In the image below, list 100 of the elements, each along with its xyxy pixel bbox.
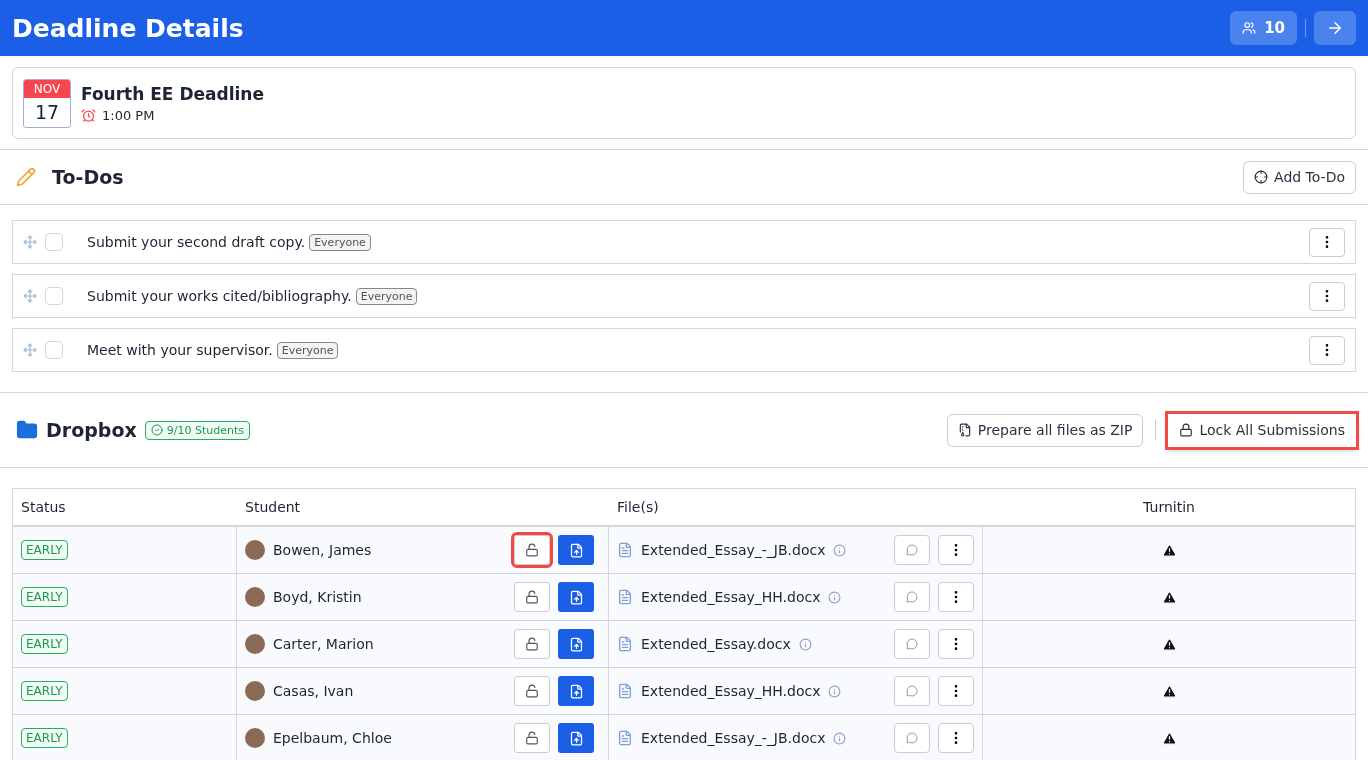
more-button[interactable]: [938, 535, 974, 565]
add-todo-button[interactable]: Add To-Do: [1243, 160, 1356, 194]
folder-icon: [16, 419, 38, 441]
todo-text: Meet with your supervisor.: [87, 342, 273, 358]
file-link[interactable]: Extended_Essay.docx: [641, 636, 791, 652]
avatar: [245, 681, 265, 701]
status-tag: EARLY: [21, 540, 68, 560]
lock-button[interactable]: [514, 535, 550, 565]
unlocked-icon: [525, 731, 539, 745]
drag-handle-icon[interactable]: [23, 235, 37, 249]
unlocked-icon: [525, 543, 539, 557]
info-icon[interactable]: [798, 637, 812, 651]
comment-icon: [906, 591, 918, 603]
archive-icon: [957, 423, 972, 437]
info-icon[interactable]: [828, 590, 842, 604]
more-button[interactable]: [1309, 227, 1345, 257]
avatar: [245, 728, 265, 748]
file-link[interactable]: Extended_Essay_-_JB.docx: [641, 730, 826, 746]
more-button[interactable]: [1309, 335, 1345, 365]
target-icon: [1254, 170, 1269, 184]
info-icon[interactable]: [833, 543, 847, 557]
column-header: Turnitin: [1143, 499, 1195, 515]
todo-checkbox[interactable]: [45, 341, 63, 359]
lock-button[interactable]: [514, 723, 550, 753]
upload-button[interactable]: [558, 723, 594, 753]
column-header: File(s): [617, 499, 659, 515]
todo-checkbox[interactable]: [45, 287, 63, 305]
comment-button[interactable]: [894, 676, 930, 706]
drag-handle-icon[interactable]: [23, 343, 37, 357]
lock-button[interactable]: [514, 629, 550, 659]
file-upload-icon: [568, 730, 584, 746]
audience-tag: Everyone: [276, 341, 339, 359]
info-icon[interactable]: [833, 731, 847, 745]
unlocked-icon: [525, 637, 539, 651]
column-header: Status: [21, 499, 66, 515]
document-icon: [617, 683, 633, 699]
student-name: Boyd, Kristin: [273, 589, 362, 605]
people-icon: [1242, 21, 1257, 35]
audience-tag: Everyone: [309, 233, 371, 251]
status-tag: EARLY: [21, 728, 68, 748]
members-button[interactable]: 10: [1230, 11, 1297, 45]
comment-icon: [906, 638, 918, 650]
file-link[interactable]: Extended_Essay_HH.docx: [641, 589, 821, 605]
more-button[interactable]: [938, 629, 974, 659]
student-name: Epelbaum, Chloe: [273, 730, 392, 746]
todo-text: Submit your second draft copy.: [87, 234, 306, 250]
student-name: Bowen, James: [273, 542, 372, 558]
section-title: Dropbox: [46, 419, 137, 441]
lock-button[interactable]: [514, 582, 550, 612]
file-upload-icon: [568, 589, 584, 605]
comment-button[interactable]: [894, 629, 930, 659]
more-button[interactable]: [938, 723, 974, 753]
file-link[interactable]: Extended_Essay_HH.docx: [641, 683, 821, 699]
upload-button[interactable]: [558, 629, 594, 659]
more-button[interactable]: [938, 582, 974, 612]
file-upload-icon: [568, 636, 584, 652]
calendar-month: NOV: [24, 79, 70, 98]
file-upload-icon: [568, 683, 584, 699]
document-icon: [617, 636, 633, 652]
unlocked-icon: [525, 684, 539, 698]
deadline-title: Fourth EE Deadline: [81, 83, 264, 104]
warning-icon: [1161, 542, 1177, 558]
warning-icon: [1161, 589, 1177, 605]
comment-button[interactable]: [894, 582, 930, 612]
status-tag: EARLY: [21, 587, 68, 607]
column-header: Student: [245, 499, 301, 515]
arrow-right-icon: [1326, 19, 1344, 37]
upload-button[interactable]: [558, 582, 594, 612]
lock-all-button[interactable]: Lock All Submissions: [1168, 413, 1356, 447]
status-tag: EARLY: [21, 681, 68, 701]
submission-count-badge: 9/10 Students: [144, 420, 250, 440]
file-link[interactable]: Extended_Essay_-_JB.docx: [641, 542, 826, 558]
unlocked-icon: [525, 590, 539, 604]
warning-icon: [1161, 636, 1177, 652]
document-icon: [617, 589, 633, 605]
avatar: [245, 634, 265, 654]
comment-button[interactable]: [894, 535, 930, 565]
drag-handle-icon[interactable]: [23, 289, 37, 303]
more-button[interactable]: [938, 676, 974, 706]
lock-button[interactable]: [514, 676, 550, 706]
avatar: [245, 540, 265, 560]
todo-text: Submit your works cited/bibliography.: [87, 288, 352, 304]
comment-icon: [906, 732, 918, 744]
more-button[interactable]: [1309, 281, 1345, 311]
lock-icon: [1179, 423, 1194, 437]
document-icon: [617, 542, 633, 558]
exit-button[interactable]: [1314, 11, 1356, 45]
upload-button[interactable]: [558, 535, 594, 565]
todo-checkbox[interactable]: [45, 233, 63, 251]
section-title: To-Dos: [52, 166, 124, 188]
info-icon[interactable]: [828, 684, 842, 698]
audience-tag: Everyone: [355, 287, 418, 305]
document-icon: [617, 730, 633, 746]
zip-button[interactable]: Prepare all files as ZIP: [946, 413, 1144, 447]
calendar-day: 17: [24, 97, 70, 127]
warning-icon: [1161, 730, 1177, 746]
file-upload-icon: [568, 542, 584, 558]
student-name: Carter, Marion: [273, 636, 374, 652]
comment-button[interactable]: [894, 723, 930, 753]
upload-button[interactable]: [558, 676, 594, 706]
